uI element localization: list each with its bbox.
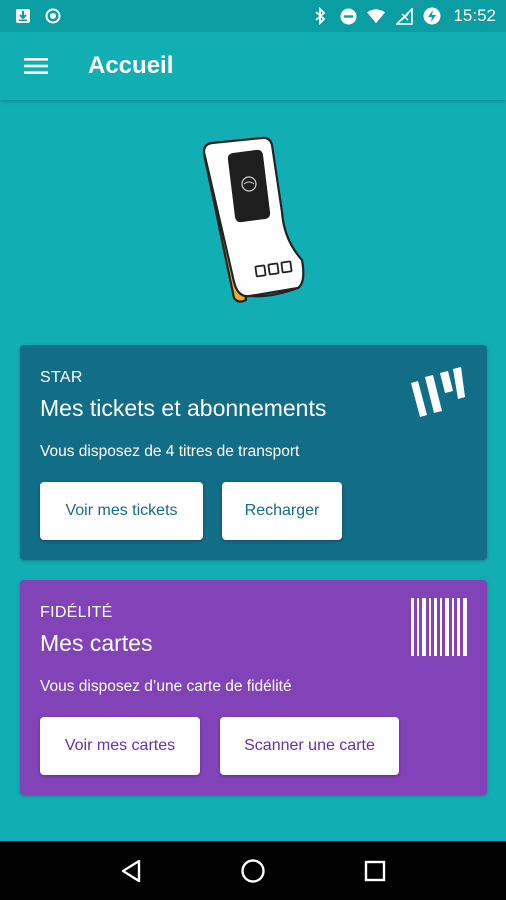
home-circle-icon[interactable] xyxy=(231,849,275,893)
card-description: Vous disposez de 4 titres de transport xyxy=(40,443,300,460)
download-icon xyxy=(14,7,32,25)
status-left-icons xyxy=(14,7,62,25)
status-bar: 15:52 xyxy=(0,0,506,32)
app-bar: Accueil xyxy=(0,32,506,100)
hamburger-menu-icon[interactable] xyxy=(18,48,54,84)
barcode-icon xyxy=(411,598,467,656)
card-title: Mes cartes xyxy=(40,630,153,656)
wifi-icon xyxy=(367,7,386,25)
card-overline: FIDÉLITÉ xyxy=(40,604,113,621)
system-nav-bar xyxy=(0,841,506,900)
card-overline: STAR xyxy=(40,369,83,386)
status-time: 15:52 xyxy=(453,6,496,25)
see-tickets-button[interactable]: Voir mes tickets xyxy=(40,482,203,540)
star-logo-icon xyxy=(409,365,467,419)
circle-record-icon xyxy=(44,7,62,25)
ticket-validator-illustration xyxy=(190,132,320,312)
status-right-icons: 15:52 xyxy=(311,6,496,26)
scan-card-button[interactable]: Scanner une carte xyxy=(220,717,399,775)
fidelite-cards-card[interactable]: FIDÉLITÉ Mes cartes Vous disposez d’une … xyxy=(20,580,487,795)
battery-charging-icon xyxy=(423,7,441,25)
card-description: Vous disposez d’une carte de fidélité xyxy=(40,678,292,695)
see-cards-button[interactable]: Voir mes cartes xyxy=(40,717,200,775)
star-tickets-card[interactable]: STAR Mes tickets et abonnements Vous dis… xyxy=(20,345,487,560)
back-triangle-icon[interactable] xyxy=(109,849,153,893)
card-title: Mes tickets et abonnements xyxy=(40,395,327,421)
bluetooth-icon xyxy=(311,7,329,25)
page-title: Accueil xyxy=(88,52,174,79)
recharge-button[interactable]: Recharger xyxy=(222,482,342,540)
do-not-disturb-icon xyxy=(339,7,357,25)
recents-square-icon[interactable] xyxy=(353,849,397,893)
no-signal-icon xyxy=(395,7,413,25)
